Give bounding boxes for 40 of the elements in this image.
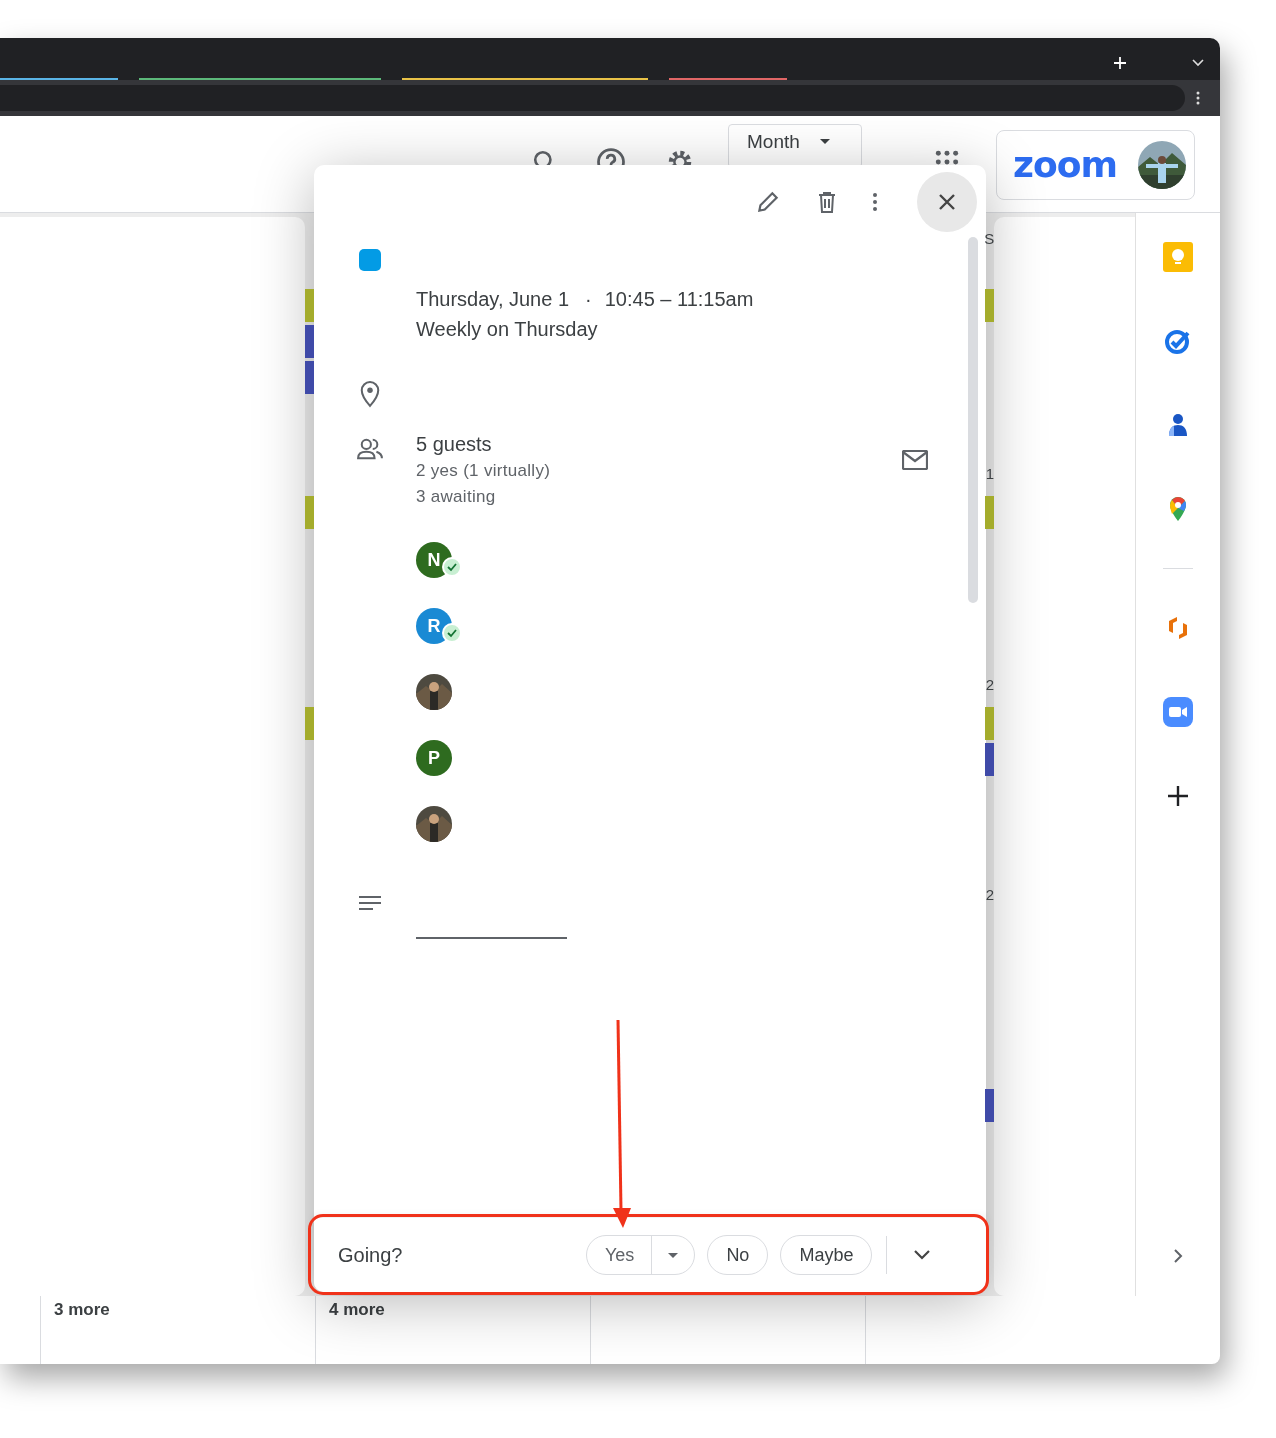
event-recurrence: Weekly on Thursday [416,317,599,342]
guest-status: 3 awaiting [416,486,497,508]
more-events-link[interactable]: 4 more [329,1300,385,1320]
rsvp-option[interactable]: No [707,1235,769,1275]
event-chip[interactable] [985,1088,995,1122]
event-chip[interactable] [304,361,314,394]
caret-icon[interactable] [668,1252,679,1258]
more-icon[interactable] [873,193,877,211]
description-icon [358,895,382,911]
separator-dot: · [585,288,592,310]
new-tab-icon[interactable] [1113,56,1127,70]
account-card[interactable]: zoom [996,130,1195,200]
rsvp-option[interactable]: Maybe [780,1235,873,1275]
scrollbar[interactable] [968,237,978,603]
rsvp-option[interactable]: Yes [586,1235,696,1275]
guest-status: 2 yes (1 virtually) [416,460,551,482]
location-pin-icon [359,380,381,408]
zoom-logo: zoom [1013,147,1117,183]
guest-avatar[interactable]: P [416,740,452,776]
more-icon[interactable] [1196,91,1200,105]
rsvp-prompt: Going? [338,1243,404,1267]
chevron-down-icon[interactable] [914,1250,931,1260]
video-camera-icon[interactable] [1163,697,1194,727]
more-events-link[interactable]: 3 more [54,1300,110,1320]
view-dropdown[interactable]: Month [728,124,862,168]
caret-icon[interactable] [819,139,830,144]
day-label: 2 [985,676,995,692]
email-icon[interactable] [902,450,928,470]
close-icon[interactable] [937,192,957,212]
event-chip[interactable] [985,742,995,776]
event-chip[interactable] [304,325,314,358]
people-icon [356,438,384,460]
day-label: 1 [985,465,995,481]
chevron-right-icon[interactable] [1173,1248,1184,1264]
event-time: 10:45 – 11:15am [604,288,754,310]
edit-icon[interactable] [755,189,781,215]
day-label: 2 [985,887,995,903]
guest-count: 5 guests [416,432,493,457]
day-label: S [984,231,995,246]
event-date: Thursday, June 1 [416,288,570,310]
